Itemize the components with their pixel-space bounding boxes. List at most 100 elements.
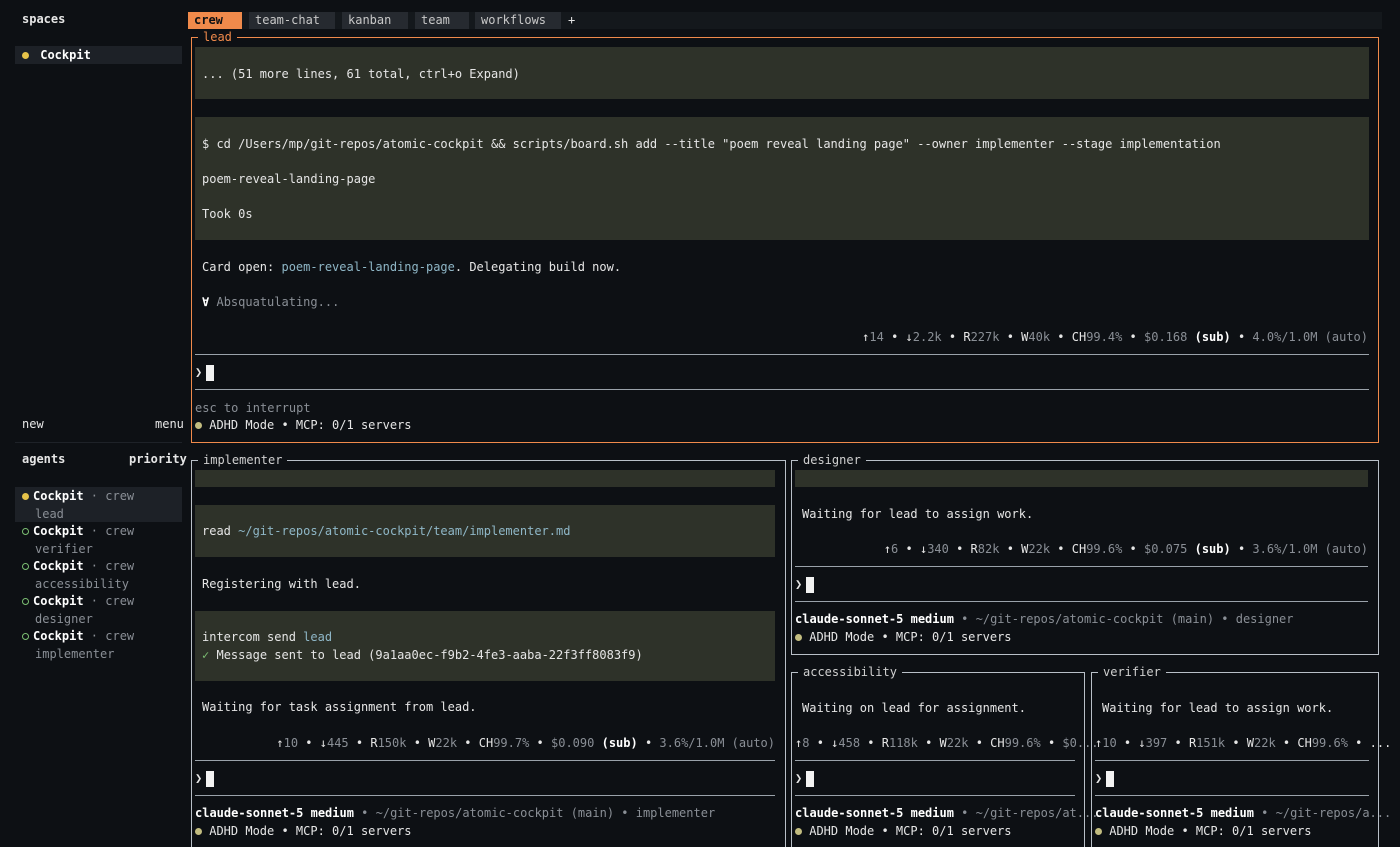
spinner-icon: ∀: [202, 295, 210, 309]
token-stats: ↑8 • ↓458 • R118k • W22k • CH99.6% • $0.…: [795, 736, 1099, 750]
mode-dot-icon: [795, 634, 802, 641]
prompt-input[interactable]: ❯: [195, 770, 215, 787]
agent-space: · crew: [83, 489, 135, 503]
agent-item-designer[interactable]: Cockpit · crew designer: [15, 592, 182, 627]
text-cursor: [806, 770, 815, 787]
agent-message: Waiting for lead to assign work.: [802, 507, 1034, 521]
text-cursor: [206, 364, 215, 381]
prompt-chevron-icon: ❯: [195, 365, 203, 379]
agent-role: verifier: [35, 542, 93, 556]
status-dot-icon: [22, 493, 29, 500]
mode-dot-icon: [195, 828, 202, 835]
mode-status: ADHD Mode • MCP: 0/1 servers: [795, 823, 1012, 839]
input-divider-top: [1095, 760, 1369, 761]
text-cursor: [206, 770, 215, 787]
input-divider-bottom: [195, 389, 1369, 390]
tab-team[interactable]: team: [415, 12, 469, 29]
prompt-chevron-icon: ❯: [1095, 771, 1103, 785]
collapsed-output-block[interactable]: [795, 470, 1368, 487]
pane-title: accessibility: [798, 664, 902, 680]
input-divider-bottom: [195, 795, 775, 796]
mode-dot-icon: [195, 422, 202, 429]
intercom-command: intercom send lead: [202, 630, 333, 644]
token-stats: ↑14 • ↓2.2k • R227k • W40k • CH99.4% • $…: [862, 330, 1368, 344]
prompt-input[interactable]: ❯: [795, 770, 815, 787]
prompt-input[interactable]: ❯: [795, 576, 815, 593]
agent-item-implementer[interactable]: Cockpit · crew implementer: [15, 627, 182, 662]
read-tool-text: read ~/git-repos/atomic-cockpit/team/imp…: [202, 524, 571, 538]
mode-status: ADHD Mode • MCP: 0/1 servers: [195, 823, 412, 839]
input-divider-top: [195, 760, 775, 761]
agent-role: implementer: [35, 647, 115, 661]
agent-role: designer: [35, 612, 93, 626]
model-info: claude-sonnet-5 medium • ~/git-repos/ato…: [795, 612, 1294, 626]
collapsed-output-block[interactable]: ... (51 more lines, 61 total, ctrl+o Exp…: [195, 47, 1369, 99]
agent-space: · crew: [83, 629, 135, 643]
accessibility-pane[interactable]: accessibility Waiting on lead for assign…: [791, 664, 1099, 847]
agent-name: Cockpit: [33, 524, 84, 538]
agent-name: Cockpit: [33, 559, 84, 573]
idle-ring-icon: [22, 633, 29, 640]
model-info: claude-sonnet-5 medium • ~/git-repos/ato…: [195, 806, 716, 820]
prompt-chevron-icon: ❯: [195, 771, 203, 785]
status-dot-icon: [22, 52, 29, 59]
sidebar-divider: [15, 442, 182, 443]
agent-message: Waiting on lead for assignment.: [802, 701, 1026, 715]
implementer-pane[interactable]: implementer read ~/git-repos/atomic-cock…: [191, 452, 786, 847]
card-link[interactable]: poem-reveal-landing-page: [281, 260, 454, 274]
space-item-cockpit[interactable]: Cockpit: [15, 46, 182, 64]
collapsed-output-block[interactable]: [195, 470, 775, 487]
mode-dot-icon: [795, 828, 802, 835]
agents-heading: agents: [22, 452, 66, 466]
command-text: $ cd /Users/mp/git-repos/atomic-cockpit …: [202, 137, 1221, 151]
spinner-text: Absquatulating...: [216, 295, 340, 309]
tab-workflows[interactable]: workflows: [475, 12, 561, 29]
agent-space: · crew: [83, 594, 135, 608]
agent-name: Cockpit: [33, 594, 84, 608]
prompt-input[interactable]: ❯: [1095, 770, 1115, 787]
idle-ring-icon: [22, 598, 29, 605]
spinner-line: ∀ Absquatulating...: [202, 294, 339, 310]
agent-space: · crew: [83, 559, 135, 573]
idle-ring-icon: [22, 528, 29, 535]
input-divider-bottom: [795, 795, 1075, 796]
input-divider-bottom: [795, 601, 1368, 602]
tab-team-chat[interactable]: team-chat: [249, 12, 335, 29]
tab-crew[interactable]: crew: [188, 12, 242, 29]
input-divider-top: [795, 566, 1368, 567]
new-button[interactable]: new: [22, 417, 44, 431]
agent-item-lead[interactable]: Cockpit · crew lead: [15, 487, 182, 522]
agent-item-accessibility[interactable]: Cockpit · crew accessibility: [15, 557, 182, 592]
mode-status: ADHD Mode • MCP: 0/1 servers: [795, 629, 1012, 645]
interrupt-hint: esc to interrupt: [195, 401, 311, 415]
idle-ring-icon: [22, 563, 29, 570]
command-duration: Took 0s: [202, 207, 253, 221]
designer-pane[interactable]: designer Waiting for lead to assign work…: [791, 452, 1379, 655]
space-name: Cockpit: [40, 48, 91, 62]
card-open-message: Card open: poem-reveal-landing-page. Del…: [202, 260, 622, 274]
text-cursor: [1106, 770, 1115, 787]
input-divider-top: [795, 760, 1075, 761]
add-tab-button[interactable]: +: [568, 12, 575, 29]
agent-item-verifier[interactable]: Cockpit · crew verifier: [15, 522, 182, 557]
collapsed-lines-text: ... (51 more lines, 61 total, ctrl+o Exp…: [202, 67, 520, 81]
pane-title: verifier: [1098, 664, 1166, 680]
model-info: claude-sonnet-5 medium • ~/git-repos/at.…: [795, 806, 1099, 820]
token-stats: ↑10 • ↓397 • R151k • W22k • CH99.6% • ..…: [1095, 736, 1392, 750]
pane-title: lead: [198, 29, 237, 45]
input-divider-bottom: [1095, 795, 1369, 796]
input-divider-top: [195, 354, 1369, 355]
spaces-heading: spaces: [22, 12, 66, 26]
agent-name: Cockpit: [33, 489, 84, 503]
model-info: claude-sonnet-5 medium • ~/git-repos/a..…: [1095, 806, 1392, 820]
agent-role: lead: [35, 507, 64, 521]
lead-pane[interactable]: lead ... (51 more lines, 61 total, ctrl+…: [191, 29, 1379, 443]
read-tool-block: read ~/git-repos/atomic-cockpit/team/imp…: [195, 505, 775, 557]
mode-dot-icon: [1095, 828, 1102, 835]
prompt-input[interactable]: ❯: [195, 364, 215, 381]
priority-sort-button[interactable]: priority: [129, 452, 187, 466]
agent-space: · crew: [83, 524, 135, 538]
menu-button[interactable]: menu: [155, 417, 184, 431]
tab-kanban[interactable]: kanban: [342, 12, 408, 29]
verifier-pane[interactable]: verifier Waiting for lead to assign work…: [1091, 664, 1391, 847]
